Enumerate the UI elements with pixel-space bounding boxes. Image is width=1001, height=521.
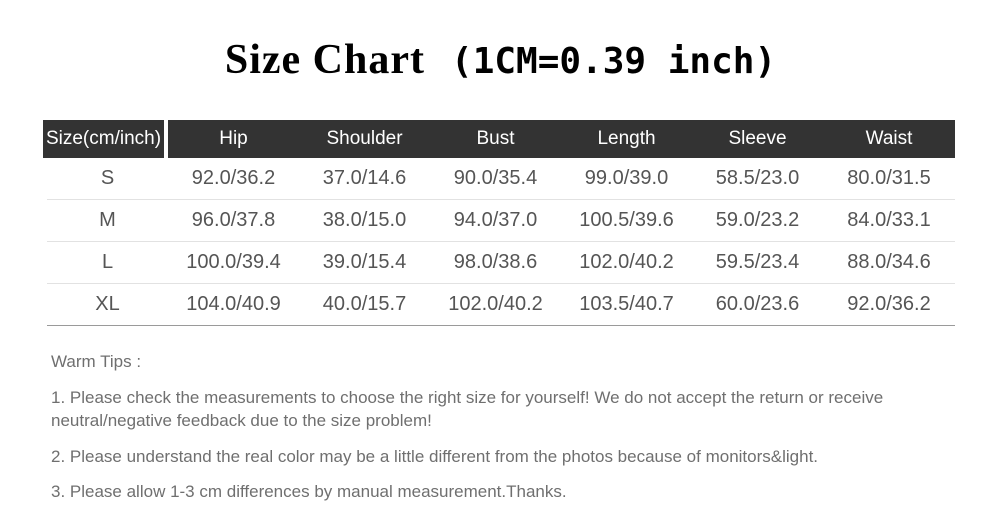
cell-sleeve: 60.0/23.6 — [692, 283, 823, 326]
table-row: XL 104.0/40.9 40.0/15.7 102.0/40.2 103.5… — [47, 283, 955, 326]
size-chart-table-container: Size(cm/inch) Hip Shoulder Bust Length S… — [46, 120, 955, 326]
column-header-waist: Waist — [865, 128, 913, 149]
cell-hip: 104.0/40.9 — [168, 283, 299, 326]
cell-length: 102.0/40.2 — [561, 241, 692, 284]
cell-waist: 84.0/33.1 — [823, 199, 955, 242]
table-row: L 100.0/39.4 39.0/15.4 98.0/38.6 102.0/4… — [47, 241, 955, 284]
cell-size: L — [47, 241, 168, 284]
warm-tip-item: 2. Please understand the real color may … — [51, 447, 819, 466]
cell-shoulder: 37.0/14.6 — [299, 158, 430, 200]
cell-hip: 96.0/37.8 — [168, 199, 299, 242]
cell-shoulder: 40.0/15.7 — [299, 283, 430, 326]
page-title-main: Size Chart — [224, 37, 426, 83]
table-body: S 92.0/36.2 37.0/14.6 90.0/35.4 99.0/39.… — [47, 158, 955, 326]
warm-tips-heading: Warm Tips : — [51, 352, 142, 371]
warm-tip-item: 1. Please check the measurements to choo… — [51, 388, 884, 430]
cell-waist: 80.0/31.5 — [823, 158, 955, 200]
cell-sleeve: 59.5/23.4 — [692, 241, 823, 284]
table-header-row: Size(cm/inch) Hip Shoulder Bust Length S… — [46, 120, 955, 158]
cell-length: 100.5/39.6 — [561, 199, 692, 242]
cell-length: 103.5/40.7 — [561, 283, 692, 326]
warm-tip-item: 3. Please allow 1-3 cm differences by ma… — [51, 482, 567, 501]
column-header-size: Size(cm/inch) — [45, 128, 162, 149]
column-header-hip: Hip — [219, 128, 248, 149]
cell-waist: 88.0/34.6 — [823, 241, 955, 284]
cell-bust: 102.0/40.2 — [430, 283, 561, 326]
column-header-shoulder: Shoulder — [326, 128, 403, 149]
table-row: S 92.0/36.2 37.0/14.6 90.0/35.4 99.0/39.… — [47, 158, 955, 200]
cell-size: XL — [47, 283, 168, 326]
cell-size: M — [47, 199, 168, 242]
page-title: Size Chart (1CM=0.39 inch) — [0, 36, 1001, 84]
column-header-length: Length — [597, 128, 656, 149]
page-title-conversion: (1CM=0.39 inch) — [451, 41, 777, 82]
cell-size: S — [47, 158, 168, 200]
size-chart-table: Size(cm/inch) Hip Shoulder Bust Length S… — [46, 120, 955, 326]
cell-shoulder: 39.0/15.4 — [299, 241, 430, 284]
cell-hip: 92.0/36.2 — [168, 158, 299, 200]
column-header-bust: Bust — [476, 128, 515, 149]
table-header: Size(cm/inch) Hip Shoulder Bust Length S… — [46, 120, 955, 158]
cell-bust: 90.0/35.4 — [430, 158, 561, 200]
cell-bust: 94.0/37.0 — [430, 199, 561, 242]
column-header-sleeve: Sleeve — [728, 128, 787, 149]
cell-waist: 92.0/36.2 — [823, 283, 955, 326]
table-row: M 96.0/37.8 38.0/15.0 94.0/37.0 100.5/39… — [47, 199, 955, 242]
cell-sleeve: 58.5/23.0 — [692, 158, 823, 200]
cell-length: 99.0/39.0 — [561, 158, 692, 200]
cell-sleeve: 59.0/23.2 — [692, 199, 823, 242]
cell-shoulder: 38.0/15.0 — [299, 199, 430, 242]
cell-bust: 98.0/38.6 — [430, 241, 561, 284]
cell-hip: 100.0/39.4 — [168, 241, 299, 284]
warm-tips-section: Warm Tips : 1. Please check the measurem… — [51, 352, 956, 515]
